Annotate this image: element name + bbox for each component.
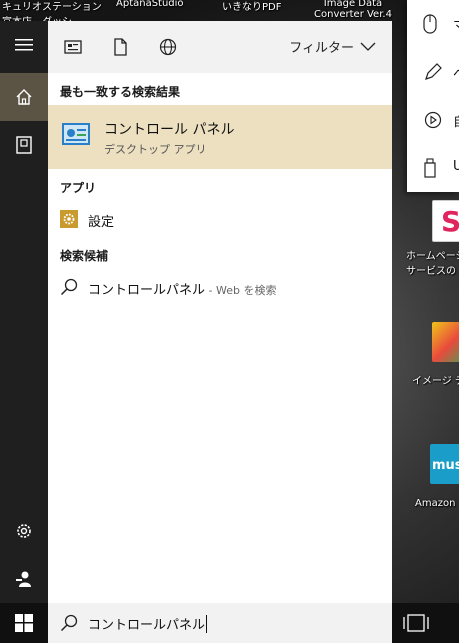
notebook-button[interactable] [0, 121, 48, 169]
notebook-icon [16, 136, 32, 154]
best-match-title: コントロール パネル [104, 122, 235, 138]
autoplay-icon [424, 111, 442, 129]
all-results-icon[interactable] [64, 38, 82, 56]
mouse-icon [423, 14, 437, 34]
control-panel-icon [62, 123, 90, 145]
best-match-header: 最も一致する検索結果 [60, 85, 181, 99]
filter-button[interactable]: フィルター [289, 37, 376, 56]
context-flyout: マ ペ 自 U [407, 0, 459, 192]
suggestions-header: 検索候補 [60, 249, 109, 263]
document-icon[interactable] [111, 38, 129, 56]
suggestion-sub: - Web を検索 [205, 284, 277, 297]
text-caret [206, 615, 208, 633]
desktop-icon-amazon-music[interactable]: mus [430, 444, 459, 484]
pen-icon [425, 63, 442, 80]
desktop-icon-label: Amazon [415, 498, 456, 509]
desktop-icon-label[interactable]: いきなりPDF [222, 0, 281, 13]
globe-icon[interactable] [159, 38, 177, 56]
search-icon [60, 614, 78, 632]
gear-icon [17, 524, 31, 538]
suggestion-label: コントロールパネル [88, 283, 206, 298]
hamburger-menu-icon [15, 39, 33, 51]
desktop-icon-label[interactable]: AptanaStudio [116, 0, 184, 9]
search-toolbar: フィルター [48, 21, 392, 73]
web-suggestion-item[interactable]: コントロールパネル - Web を検索 [48, 273, 392, 301]
flyout-item-usb[interactable]: U [407, 144, 459, 192]
usb-icon [424, 158, 436, 178]
windows-logo-icon [15, 614, 33, 632]
apps-header: アプリ [60, 181, 97, 195]
settings-app-icon [60, 210, 78, 228]
search-panel: フィルター 最も一致する検索結果 コントロール パネル デスクトップ アプリ ア… [48, 21, 392, 603]
settings-button[interactable] [0, 507, 48, 555]
best-match-subtitle: デスクトップ アプリ [104, 143, 207, 156]
chevron-down-icon [360, 42, 376, 51]
app-result-settings[interactable]: 設定 [48, 205, 392, 233]
search-input[interactable]: コントロールパネル [88, 614, 208, 633]
svg-text:S: S [441, 205, 459, 238]
task-view-icon[interactable] [402, 611, 430, 635]
s-logo-icon: S [441, 205, 459, 238]
search-icon [60, 278, 78, 296]
desktop-icon-image[interactable] [432, 322, 459, 362]
search-query: コントロールパネル [88, 618, 206, 633]
app-result-label: 設定 [88, 215, 115, 230]
desktop-icon-label: ホームページ サービスの [406, 251, 459, 277]
user-button[interactable] [0, 555, 48, 603]
desktop-icon-homepage-service[interactable]: S [432, 200, 459, 242]
taskbar-search-box[interactable]: コントロールパネル [48, 603, 392, 643]
menu-button[interactable] [0, 21, 48, 69]
flyout-item-pen[interactable]: ペ [407, 48, 459, 96]
flyout-item-autoplay[interactable]: 自 [407, 96, 459, 144]
flyout-item-mouse[interactable]: マ [407, 0, 459, 48]
search-results: 最も一致する検索結果 コントロール パネル デスクトップ アプリ アプリ 設定 … [48, 73, 392, 603]
desktop-icon-label[interactable]: Image Data Converter Ver.4 [314, 0, 392, 20]
start-left-rail [0, 21, 48, 603]
start-button[interactable] [0, 603, 48, 643]
best-match-item[interactable]: コントロール パネル デスクトップ アプリ [48, 105, 392, 169]
user-icon [16, 571, 31, 587]
home-button[interactable] [0, 73, 48, 121]
desktop-icon-label: イメージ デ [412, 376, 459, 387]
taskbar: コントロールパネル [0, 603, 459, 643]
home-icon [16, 89, 32, 105]
filter-label: フィルター [289, 41, 354, 56]
